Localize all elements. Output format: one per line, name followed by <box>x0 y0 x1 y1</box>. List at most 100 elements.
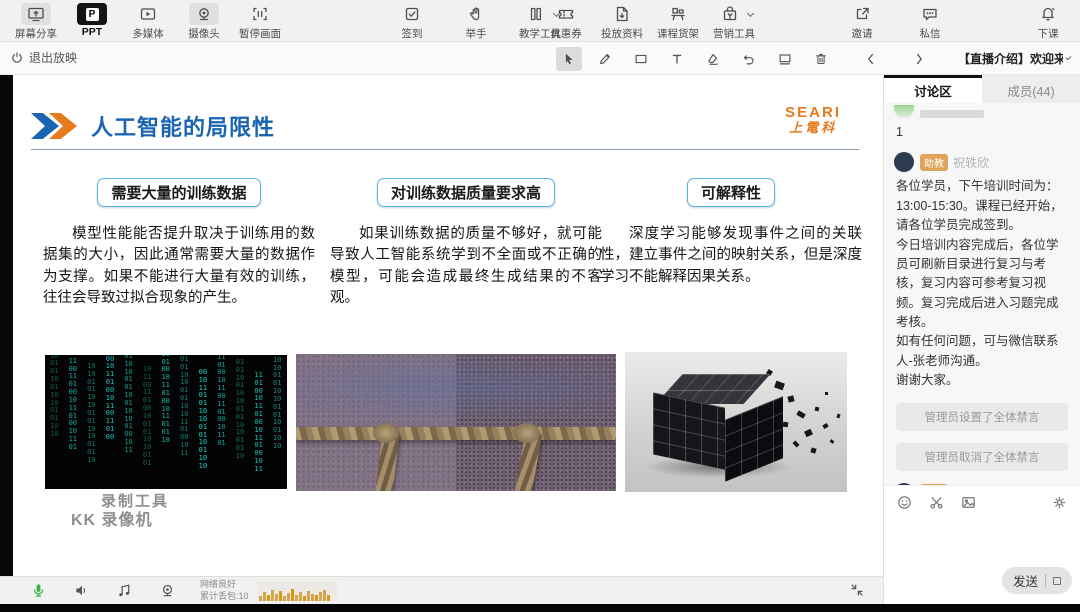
live-room-title-bar[interactable]: 【直播介绍】欢迎来到上海电器... <box>958 42 1072 75</box>
webcam-icon <box>162 584 173 597</box>
chat-message: 1 <box>894 105 1070 142</box>
rope-knot <box>513 422 540 443</box>
multimedia-label: 多媒体 <box>132 28 164 40</box>
shattering-cube-image <box>625 352 847 492</box>
cursor-icon <box>565 53 573 64</box>
next-slide-button[interactable] <box>906 47 932 71</box>
image-icon <box>962 497 975 508</box>
chat-settings-button[interactable] <box>1051 494 1068 516</box>
screen-share-button[interactable]: 屏幕分享 <box>10 3 62 41</box>
end-class-label: 下课 <box>1037 28 1059 40</box>
course-shelf-button[interactable]: 课程货架 <box>652 3 704 41</box>
pause-screen-icon <box>245 3 275 25</box>
chevron-right-icon <box>917 53 922 64</box>
top-toolbar: 屏幕分享 P PPT 多媒体 摄像头 暂停画面 签到 举手 教学工具 优惠券 投… <box>0 0 1080 42</box>
pause-screen-button[interactable]: 暂停画面 <box>234 3 286 41</box>
marketing-tool-group: 优惠券 投放资料 课程货架 营销工具 <box>540 3 760 41</box>
ppt-button[interactable]: P PPT <box>66 3 118 41</box>
marketing-tools-icon <box>715 3 745 25</box>
pencil-icon <box>599 53 610 64</box>
materials-icon <box>607 3 637 25</box>
camera-button[interactable]: 摄像头 <box>178 3 230 41</box>
live-room-title: 【直播介绍】欢迎来到上海电器... <box>958 52 1063 66</box>
send-button[interactable]: 发送 <box>1001 567 1072 594</box>
microphone-button[interactable] <box>30 582 47 599</box>
end-class-button[interactable]: 下课 <box>1022 3 1074 41</box>
background-music-button[interactable] <box>116 582 133 599</box>
interaction-tool-group: 签到 举手 教学工具 <box>386 3 566 41</box>
camera-label: 摄像头 <box>188 28 220 40</box>
audio-waveform <box>256 580 337 601</box>
text-tool[interactable] <box>664 47 690 71</box>
marketing-tools-button[interactable]: 营销工具 <box>708 3 760 41</box>
emoji-button[interactable] <box>896 494 913 516</box>
board-tool[interactable] <box>772 47 798 71</box>
tab-discussion[interactable]: 讨论区 <box>884 75 982 103</box>
secondary-toolbar: 退出放映 【直播介绍】欢迎来 <box>0 42 1080 75</box>
image-button[interactable] <box>960 494 977 516</box>
watermark-line2: KK 录像机 <box>71 512 153 529</box>
select-tool[interactable] <box>556 46 582 71</box>
assistant-badge: 助教 <box>920 153 948 171</box>
raise-hand-button[interactable]: 举手 <box>450 3 502 41</box>
course-shelf-label: 课程货架 <box>657 28 699 40</box>
coupon-icon <box>551 3 581 25</box>
rope-image-haze <box>296 354 616 430</box>
username-truncated <box>920 110 984 118</box>
exit-slideshow-button[interactable]: 退出放映 <box>10 49 77 66</box>
speaker-button[interactable] <box>73 582 90 599</box>
eraser-tool[interactable] <box>700 47 726 71</box>
direct-message-icon <box>915 3 945 25</box>
screenshot-button[interactable] <box>928 494 945 516</box>
invite-label: 邀请 <box>851 28 873 40</box>
prev-slide-button[interactable] <box>858 47 884 71</box>
packet-loss-line: 累计丢包:10 <box>200 590 249 601</box>
exit-fullscreen-button[interactable] <box>849 582 865 603</box>
rope-comparison-image <box>296 354 616 491</box>
direct-message-button[interactable]: 私信 <box>904 3 956 41</box>
slide-column-1: 需要大量的训练数据 模型性能能否提升取决于训练用的数据集的大小，因此通常需要大量… <box>43 178 315 310</box>
trash-tool[interactable] <box>808 47 834 71</box>
check-in-icon <box>397 3 427 25</box>
speaker-icon <box>76 585 86 596</box>
rope-knot <box>372 422 399 443</box>
smiley-icon <box>898 496 911 509</box>
pen-tool[interactable] <box>592 47 618 71</box>
check-in-label: 签到 <box>401 28 423 40</box>
presentation-area: 人工智能的局限性 SEARI 上電科 需要大量的训练数据 模型性能能否提升取决于… <box>0 75 883 576</box>
rectangle-icon <box>635 54 647 63</box>
system-message: 管理员取消了全体禁言 <box>896 442 1068 471</box>
rectangle-tool[interactable] <box>628 47 654 71</box>
seari-logo: SEARI 上電科 <box>785 105 841 134</box>
send-options-button[interactable] <box>1053 576 1061 585</box>
message-text: 各位学员，下午培训时间为：13:00-15:30。课程已经开始，请各位学员完成签… <box>896 179 1063 388</box>
chat-tabs: 讨论区 成员(44) <box>884 75 1080 103</box>
chevron-down-icon <box>746 9 755 18</box>
multimedia-button[interactable]: 多媒体 <box>122 3 174 41</box>
materials-label: 投放资料 <box>601 28 643 40</box>
bottom-status-bar: 网络良好 累计丢包:10 <box>0 576 883 604</box>
course-shelf-icon <box>663 3 693 25</box>
annotation-toolbar <box>556 45 932 72</box>
materials-button[interactable]: 投放资料 <box>596 3 648 41</box>
ppt-label: PPT <box>81 26 103 38</box>
webcam-button[interactable] <box>159 582 176 599</box>
tab-members[interactable]: 成员(44) <box>982 75 1080 103</box>
watermark-line1: 录制工具 <box>101 493 170 510</box>
column-body: 深度学习能够发现事件之间的关联性，建立事件之间的映射关系，但是深度学习不能解释因… <box>600 226 862 285</box>
text-icon <box>672 54 682 64</box>
undo-icon <box>743 54 754 64</box>
coupon-button[interactable]: 优惠券 <box>540 3 592 41</box>
check-in-button[interactable]: 签到 <box>386 3 438 41</box>
undo-tool[interactable] <box>736 47 762 71</box>
invite-button[interactable]: 邀请 <box>836 3 888 41</box>
chat-input-toolbar <box>884 486 1080 524</box>
media-tool-group: 屏幕分享 P PPT 多媒体 摄像头 暂停画面 <box>10 3 286 41</box>
avatar <box>894 152 914 173</box>
live-classroom-window: 屏幕分享 P PPT 多媒体 摄像头 暂停画面 签到 举手 教学工具 优惠券 投… <box>0 0 1080 612</box>
music-note-icon <box>119 584 130 597</box>
column-body: 模型性能能否提升取决于训练用的数据集的大小，因此通常需要大量的数据作为支撑。如果… <box>43 226 315 307</box>
ppt-slide: 人工智能的局限性 SEARI 上電科 需要大量的训练数据 模型性能能否提升取决于… <box>13 75 883 576</box>
exit-slideshow-label: 退出放映 <box>29 51 78 65</box>
chat-message: 助教 祝轶欣 各位学员，下午培训时间为：13:00-15:30。课程已经开始，请… <box>894 152 1070 390</box>
